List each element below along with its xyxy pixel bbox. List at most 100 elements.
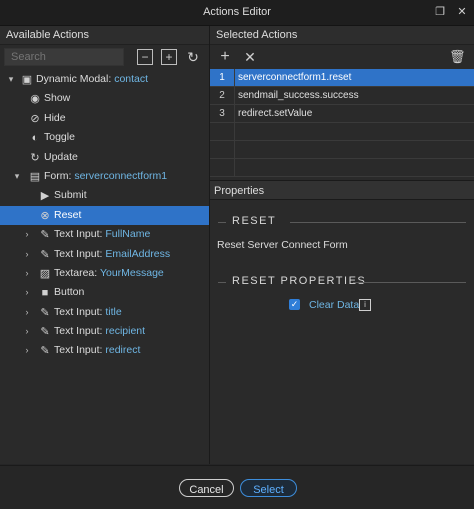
action-number: 2 [210,87,235,104]
props-rule-right [353,282,466,283]
tree-item-param: redirect [105,344,141,357]
action-text: serverconnectform1.reset [238,72,352,83]
tree-item-label: Reset [54,208,82,221]
tree-item-label: Show [44,92,71,105]
tree-item[interactable]: ◐ Toggle [0,128,209,147]
tree-item[interactable]: ↻ Update [0,148,209,167]
modal-icon: ▣ [21,74,33,86]
reset-icon: ⊗ [40,209,50,222]
tree-item[interactable]: ◉ Show [0,89,209,108]
tree-item-param: FullName [105,228,151,241]
title-rule-right [290,222,466,223]
clear-data-label[interactable]: Clear Data [309,299,359,311]
eye-icon: ◉ [30,93,40,106]
props-rule-left [218,282,226,283]
info-icon[interactable]: i [359,299,371,311]
pencil-icon: ✎ [40,229,50,242]
action-text: redirect.setValue [238,108,313,119]
chevron-down-icon[interactable]: ▾ [12,167,22,186]
close-icon[interactable]: ✕ [453,3,471,21]
selected-actions-header: Selected Actions [210,26,474,45]
restore-icon[interactable]: ❐ [431,3,449,21]
chevron-right-icon[interactable]: › [22,341,32,360]
textarea-icon: ▨ [39,267,51,280]
selected-actions-grid: 1 serverconnectform1.reset 2 sendmail_succe… [210,69,474,177]
chevron-right-icon[interactable]: › [22,245,32,264]
tree-item[interactable]: ▾ ▤ Form: serverconnectform1 [0,167,209,186]
pencil-icon: ✎ [40,306,50,319]
button-icon: ■ [41,287,49,300]
action-text: sendmail_success.success [238,90,359,101]
tree-item-param: recipient [105,325,146,338]
tree-item[interactable]: ⊘ Hide [0,109,209,128]
tree-item[interactable]: › ▨ Textarea: YourMessage [0,264,209,283]
toggle-icon: ◐ [31,132,39,145]
props-title: RESET PROPERTIES [218,275,466,289]
form-icon: ▤ [29,170,41,183]
actions-tree: ▾ ▣ Dynamic Modal: contact ◉ Show ⊘ Hide ◐ Toggl… [0,70,209,361]
tree-item-param: YourMessage [99,266,164,279]
tree-item[interactable]: › ✎ Text Input: FullName [0,225,209,244]
pencil-icon: ✎ [40,248,50,261]
selected-actions-panel: Selected Actions + ✕ 🗑 1 serverconnectfor… [210,26,474,464]
chevron-right-icon[interactable]: › [22,264,32,283]
expand-all-icon[interactable]: + [161,49,177,65]
refresh-icon: ↻ [30,151,40,164]
tree-item[interactable]: ▶ Submit [0,186,209,205]
title-bar: Actions Editor ❐ ✕ [0,0,474,26]
properties-header: Properties [210,180,474,200]
tree-item[interactable]: ▾ ▣ Dynamic Modal: contact [0,70,209,89]
available-actions-header: Available Actions [0,26,209,45]
tree-item-param: contact [114,73,149,85]
action-number: 1 [210,69,235,86]
available-actions-panel: Available Actions − + ↻ ▾ ▣Dynamic Modal:… [0,26,210,464]
properties-panel: RESET Reset Server Connect Form RESET PR… [210,201,474,313]
tree-item[interactable]: ⊗ Reset [0,205,209,226]
section-title: RESET [218,215,466,229]
action-row[interactable]: 3 redirect.setValue [210,105,474,123]
tree-item-label: Text Input: [54,305,103,318]
action-description: Reset Server Connect Form [217,239,348,251]
trash-icon[interactable]: 🗑 [449,49,466,65]
tree-item-label: Text Input: [54,247,103,260]
selected-actions-toolbar: + ✕ 🗑 [210,45,474,69]
tree-item-label: Text Input: [54,325,103,338]
refresh-icon[interactable]: ↻ [185,49,201,65]
tree-item[interactable]: › ✎ Text Input: redirect [0,341,209,360]
tree-item[interactable]: › ✎ Text Input: title [0,303,209,322]
cancel-button[interactable]: Cancel [179,479,234,497]
tree-item-label: Dynamic Modal: [36,73,112,85]
action-row[interactable] [210,141,474,159]
tree-item-param: EmailAddress [105,247,171,260]
chevron-right-icon[interactable]: › [22,303,32,322]
reset-properties-title: RESET PROPERTIES [226,275,373,287]
tree-item[interactable]: › ✎ Text Input: EmailAddress [0,245,209,264]
chevron-down-icon[interactable]: ▾ [6,70,16,89]
action-row[interactable] [210,123,474,141]
tree-item-label: Text Input: [54,228,103,241]
tree-item-label: Text Input: [54,344,103,357]
clear-data-checkbox[interactable]: ✓ [289,299,300,310]
tree-item-label: Button [54,286,85,299]
chevron-right-icon[interactable]: › [22,225,32,244]
dialog-footer: Cancel Select [0,465,474,509]
delete-x-icon[interactable]: ✕ [242,49,258,65]
action-row[interactable]: 1 serverconnectform1.reset [210,69,474,87]
action-row[interactable] [210,159,474,177]
tree-item-param: serverconnectform1 [74,169,168,182]
chevron-right-icon[interactable]: › [22,322,32,341]
chevron-right-icon[interactable]: › [22,283,32,302]
tree-item-label: Update [44,150,78,163]
action-number: 3 [210,105,235,122]
title-rule-left [218,222,226,223]
tree-item[interactable]: › ■ Button [0,283,209,302]
action-row[interactable]: 2 sendmail_success.success [210,87,474,105]
tree-item[interactable]: › ✎ Text Input: recipient [0,322,209,341]
add-icon[interactable]: + [217,49,233,65]
tree-item-label: Hide [44,111,66,124]
window-title: Actions Editor [203,6,271,18]
reset-title: RESET [226,215,283,227]
search-input[interactable] [4,48,124,66]
select-button[interactable]: Select [240,479,297,497]
collapse-all-icon[interactable]: − [137,49,153,65]
